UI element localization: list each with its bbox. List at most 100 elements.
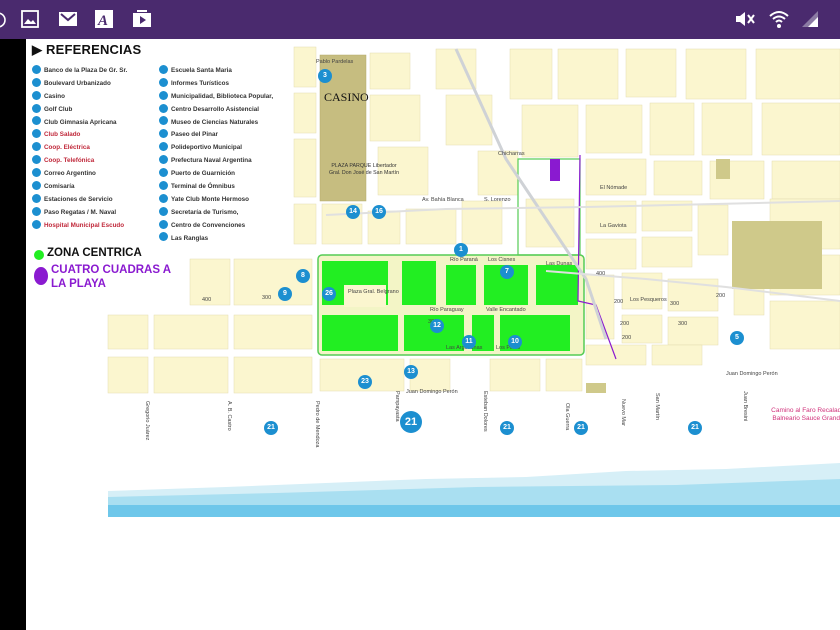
reference-label: Paseo del Pinar bbox=[171, 131, 218, 139]
reference-item: Yate Club Monte Hermoso bbox=[159, 193, 273, 207]
volume-muted-icon bbox=[734, 9, 755, 29]
street-label: Esteban Dolores bbox=[482, 391, 488, 432]
map-pin[interactable]: 13 bbox=[404, 365, 418, 379]
reference-item: Centro Desarrollo Asistencial bbox=[159, 103, 273, 117]
block-number: 200 bbox=[620, 321, 630, 327]
reference-number-icon bbox=[159, 116, 168, 126]
reference-item: Hospital Municipal Escudo bbox=[32, 219, 127, 233]
reference-number-icon bbox=[32, 155, 41, 165]
reference-label: Boulevard Urbanizado bbox=[44, 79, 111, 87]
reference-item: Museo de Ciencias Naturales bbox=[159, 116, 273, 130]
reference-number-icon bbox=[159, 206, 168, 216]
street-label: Nuevo Mar bbox=[620, 399, 626, 426]
map-pin[interactable]: 21 bbox=[264, 421, 278, 435]
reference-item: Las Ranglas bbox=[159, 232, 273, 246]
references-column-2: Escuela Santa Maria Informes Turísticos Mu… bbox=[159, 64, 273, 246]
street-label: Pampayasta bbox=[394, 391, 400, 422]
street-label: Ola Guerra bbox=[564, 403, 570, 431]
street-label: Río Paraná bbox=[450, 257, 478, 263]
reference-label: Informes Turísticos bbox=[171, 79, 229, 87]
reference-number-icon bbox=[32, 77, 41, 87]
street-label: S. Lorenzo bbox=[484, 197, 511, 203]
signal-icon bbox=[800, 9, 820, 29]
map-pin[interactable]: 11 bbox=[462, 335, 476, 349]
street-label: Juan Domingo Perón bbox=[406, 389, 458, 395]
reference-label: Casino bbox=[44, 92, 65, 100]
map-pin[interactable]: 16 bbox=[372, 205, 386, 219]
street-label: Av. Bahía Blanca bbox=[422, 197, 464, 203]
map-pin[interactable]: 10 bbox=[508, 335, 522, 349]
reference-item: Banco de la Plaza De Gr. Sr. bbox=[32, 64, 128, 78]
reference-item: Casino bbox=[32, 90, 127, 104]
reference-item: Puerto de Guarnición bbox=[159, 167, 273, 181]
reference-item: Club Salado bbox=[32, 129, 127, 142]
reference-label: Coop. Eléctrica bbox=[44, 144, 90, 152]
street-label: Valle Encantado bbox=[486, 307, 526, 313]
reference-number-icon bbox=[159, 167, 168, 177]
block-number: 200 bbox=[614, 299, 624, 305]
street-label: Los Cisnes bbox=[488, 257, 516, 263]
triangle-icon: ▶ bbox=[32, 42, 43, 57]
map-pin[interactable]: 23 bbox=[358, 375, 372, 389]
reference-label: Puerto de Guarnición bbox=[171, 170, 236, 178]
reference-number-icon bbox=[32, 129, 41, 139]
street-label: La Gaviota bbox=[600, 223, 627, 229]
map-pin[interactable]: 5 bbox=[730, 331, 744, 345]
reference-label: Polideportivo Municipal bbox=[171, 144, 243, 152]
plaza-belgrano-label: Plaza Gral. Belgrano bbox=[348, 289, 399, 295]
svg-text:A: A bbox=[97, 13, 108, 29]
references-title: ▶ REFERENCIAS bbox=[32, 42, 141, 58]
reference-item: Secretaría de Turismo, bbox=[159, 206, 273, 220]
map-pin[interactable]: 26 bbox=[322, 287, 336, 301]
street-label: Chicharras bbox=[498, 151, 525, 157]
reference-item: Informes Turísticos bbox=[159, 77, 273, 91]
reference-label: Yate Club Monte Hermoso bbox=[171, 195, 250, 203]
map-pin[interactable]: 14 bbox=[346, 205, 360, 219]
mail-icon bbox=[58, 9, 78, 29]
street-label: Pablo Pardelas bbox=[316, 59, 354, 65]
reference-label: Hospital Municipal Escudo bbox=[44, 221, 125, 229]
reference-item: Club Gimnasia Apricana bbox=[32, 116, 127, 130]
reference-item: Coop. Telefónica bbox=[32, 155, 127, 168]
font-icon: A bbox=[94, 9, 114, 29]
block-number: 300 bbox=[670, 301, 680, 307]
reference-label: Comisaría bbox=[44, 183, 75, 191]
reference-label: Club Salado bbox=[44, 131, 81, 139]
reference-item: Centro de Convenciones bbox=[159, 219, 273, 233]
purple-dot-icon bbox=[34, 267, 48, 285]
reference-label: Banco de la Plaza De Gr. Sr. bbox=[44, 67, 128, 74]
block-number: 200 bbox=[622, 335, 632, 341]
reference-item: Terminal de Ómnibus bbox=[159, 180, 273, 194]
map-pin[interactable]: 12 bbox=[430, 319, 444, 333]
reference-item: Polideportivo Municipal bbox=[159, 142, 273, 155]
city-map bbox=[106, 39, 840, 517]
reference-number-icon bbox=[159, 180, 168, 190]
map-pin[interactable]: 3 bbox=[318, 69, 332, 83]
street-label: Río Paraguay bbox=[430, 307, 464, 313]
map-pin[interactable]: 7 bbox=[500, 265, 514, 279]
casino-label: CASINO bbox=[324, 90, 369, 104]
reference-number-icon bbox=[32, 103, 41, 113]
legend-label: CUATRO CUADRAS A bbox=[51, 264, 172, 276]
map-pin[interactable]: 8 bbox=[296, 269, 310, 283]
reference-number-icon bbox=[159, 232, 168, 242]
map-pin[interactable]: 21 bbox=[500, 421, 514, 435]
reference-item: Boulevard Urbanizado bbox=[32, 77, 127, 91]
reference-number-icon bbox=[32, 206, 41, 216]
reference-number-icon bbox=[32, 180, 41, 190]
map-pin[interactable]: 21 bbox=[400, 411, 422, 433]
reference-label: Prefectura Naval Argentina bbox=[171, 157, 252, 165]
reference-item: Golf Club bbox=[32, 103, 127, 117]
street-label: San Martín bbox=[654, 393, 660, 420]
side-note: Camino al Faro Recalada Balneario Sauce … bbox=[771, 407, 840, 422]
reference-label: Terminal de Ómnibus bbox=[171, 183, 235, 191]
reference-number-icon bbox=[32, 116, 41, 126]
wifi-icon bbox=[768, 9, 789, 29]
map-pin[interactable]: 21 bbox=[574, 421, 588, 435]
reference-number-icon bbox=[159, 64, 168, 74]
reference-label: Correo Argentino bbox=[44, 170, 96, 178]
map-pin[interactable]: 21 bbox=[688, 421, 702, 435]
map-pin[interactable]: 9 bbox=[278, 287, 292, 301]
map-pin[interactable]: 1 bbox=[454, 243, 468, 257]
reference-label: Paso Regatas / M. Naval bbox=[44, 208, 117, 216]
